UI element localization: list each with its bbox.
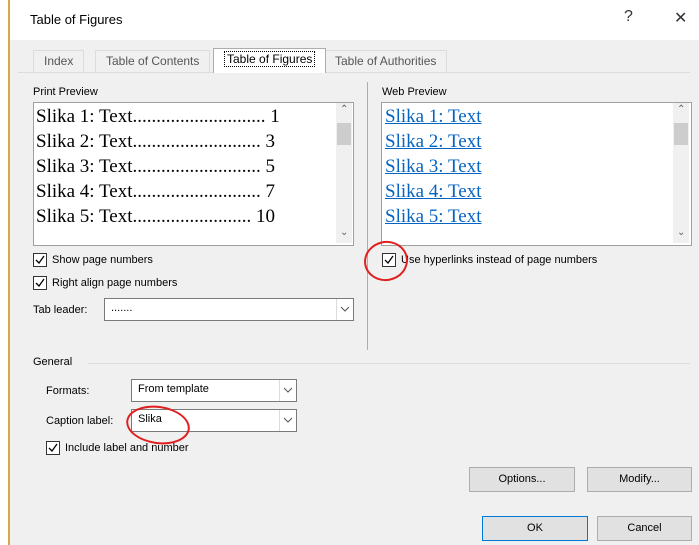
scroll-down-icon[interactable]: ⌄ — [677, 227, 685, 238]
formats-label: Formats: — [46, 385, 90, 397]
web-preview-label: Web Preview — [382, 86, 447, 98]
tab-table-of-contents[interactable]: Table of Contents — [95, 50, 211, 72]
ok-button[interactable]: OK — [482, 516, 588, 541]
caption-label-label: Caption label: — [46, 415, 114, 427]
web-preview-link[interactable]: Slika 3: Text — [385, 156, 481, 178]
tab-leader-select[interactable]: ....... — [104, 298, 354, 321]
tab-label: Index — [44, 54, 74, 68]
preview-entry-page: 3 — [265, 131, 275, 152]
tab-table-of-figures[interactable]: Table of Figures — [213, 48, 327, 73]
options-button[interactable]: Options... — [469, 467, 575, 492]
tab-index[interactable]: Index — [33, 50, 85, 72]
print-preview-line: Slika 2: Text...........................… — [36, 131, 275, 152]
scroll-thumb[interactable] — [674, 123, 688, 145]
show-page-numbers-label: Show page numbers — [52, 254, 153, 266]
chevron-down-icon[interactable] — [279, 410, 296, 431]
preview-entry-text: Slika 2: Text — [36, 131, 133, 152]
tab-leader-value: ....... — [111, 302, 133, 314]
tab-label: Table of Figures — [224, 51, 316, 67]
web-preview-link[interactable]: Slika 1: Text — [385, 106, 481, 128]
formats-value: From template — [138, 383, 209, 395]
right-align-label: Right align page numbers — [52, 277, 178, 289]
print-preview-label: Print Preview — [33, 86, 98, 98]
web-preview-link[interactable]: Slika 2: Text — [385, 131, 481, 153]
scroll-thumb[interactable] — [337, 123, 351, 145]
chevron-down-icon[interactable] — [336, 299, 353, 320]
print-preview-scrollbar[interactable]: ⌃ ⌄ — [336, 103, 352, 243]
web-preview-link[interactable]: Slika 5: Text — [385, 206, 481, 228]
preview-entry-text: Slika 1: Text — [36, 106, 133, 127]
scroll-up-icon[interactable]: ⌃ — [340, 104, 348, 115]
preview-entry-page: 5 — [265, 156, 275, 177]
include-label-text: Include label and number — [65, 442, 189, 454]
close-button[interactable]: ✕ — [674, 8, 687, 28]
dialog-title: Table of Figures — [30, 12, 123, 27]
web-preview-scrollbar[interactable]: ⌃ ⌄ — [673, 103, 689, 243]
preview-entry-page: 10 — [255, 206, 275, 227]
preview-entry-page: 1 — [270, 106, 280, 127]
preview-entry-page: 7 — [265, 181, 275, 202]
help-button[interactable]: ? — [624, 8, 633, 26]
tab-leader-label: Tab leader: — [33, 304, 88, 316]
scroll-down-icon[interactable]: ⌄ — [340, 227, 348, 238]
cancel-button[interactable]: Cancel — [597, 516, 692, 541]
vertical-separator — [367, 82, 368, 350]
formats-select[interactable]: From template — [131, 379, 297, 402]
title-bar: Table of Figures ? ✕ — [10, 0, 699, 40]
check-icon — [35, 255, 45, 265]
general-separator — [88, 363, 690, 364]
preview-entry-text: Slika 5: Text — [36, 206, 133, 227]
print-preview-line: Slika 4: Text...........................… — [36, 181, 275, 202]
print-preview-line: Slika 1: Text...........................… — [36, 106, 280, 127]
right-align-checkbox[interactable] — [33, 276, 47, 290]
general-label: General — [33, 356, 73, 368]
check-icon — [35, 278, 45, 288]
print-preview-line: Slika 3: Text...........................… — [36, 156, 275, 177]
preview-entry-text: Slika 3: Text — [36, 156, 133, 177]
chevron-down-icon[interactable] — [279, 380, 296, 401]
tab-label: Table of Authorities — [335, 54, 437, 68]
web-preview-link[interactable]: Slika 4: Text — [385, 181, 481, 203]
check-icon — [48, 443, 58, 453]
include-label-checkbox[interactable] — [46, 441, 60, 455]
scroll-up-icon[interactable]: ⌃ — [677, 104, 685, 115]
tab-label: Table of Contents — [106, 54, 200, 68]
print-preview-line: Slika 5: Text......................... 1… — [36, 206, 275, 227]
show-page-numbers-checkbox[interactable] — [33, 253, 47, 267]
preview-entry-text: Slika 4: Text — [36, 181, 133, 202]
use-hyperlinks-label: Use hyperlinks instead of page numbers — [401, 254, 598, 266]
modify-button[interactable]: Modify... — [587, 467, 692, 492]
tab-table-of-authorities[interactable]: Table of Authorities — [324, 50, 448, 72]
